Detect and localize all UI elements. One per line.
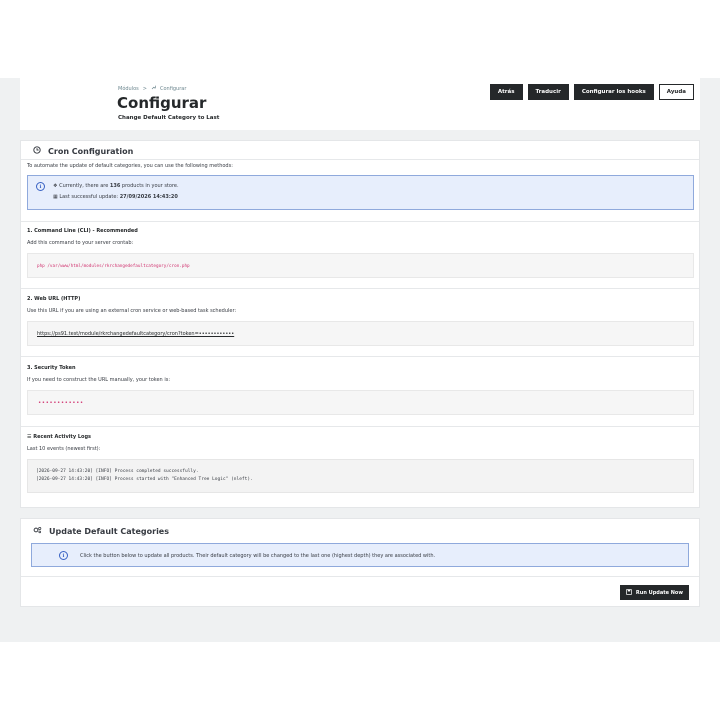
cron-intro-text: To automate the update of default catego… xyxy=(27,163,233,169)
run-update-button[interactable]: Run Update Now xyxy=(619,585,689,600)
update-categories-panel: Update Default Categories i Click the bu… xyxy=(20,518,700,607)
logs-description: Last 10 events (newest first): xyxy=(27,446,101,452)
info-icon: i xyxy=(59,551,68,560)
count-prefix: Currently, there are xyxy=(59,183,110,189)
info-icon: i xyxy=(36,182,45,191)
web-section-title: 2. Web URL (HTTP) xyxy=(27,296,81,302)
update-info-text: Click the button below to update all pro… xyxy=(80,553,436,559)
product-count-text: ❖ Currently, there are 136 products in y… xyxy=(53,183,179,189)
web-url-box: https://ps91.test/module/rkrchangedefaul… xyxy=(27,321,694,346)
cli-description: Add this command to your server crontab: xyxy=(27,240,134,246)
token-box[interactable]: •••••••••••• xyxy=(27,390,694,415)
last-update-prefix: Last successful update: xyxy=(59,194,120,200)
update-panel-title: Update Default Categories xyxy=(33,526,169,536)
breadcrumb-separator: > xyxy=(142,85,147,92)
page-header: Módulos > Configurar Configurar Change D… xyxy=(20,78,700,130)
token-description: If you need to construct the URL manuall… xyxy=(27,377,170,383)
cron-url-link[interactable]: https://ps91.test/module/rkrchangedefaul… xyxy=(37,331,234,337)
toolbar: Atrás Traducir Configurar los hooks Ayud… xyxy=(489,84,694,100)
translate-button[interactable]: Traducir xyxy=(527,84,569,100)
count-suffix: products in your store. xyxy=(120,183,179,189)
security-token[interactable]: •••••••••••• xyxy=(38,400,84,406)
product-count: 136 xyxy=(109,183,121,189)
help-button[interactable]: Ayuda xyxy=(658,84,694,100)
logs-title-text: Recent Activity Logs xyxy=(33,434,91,440)
web-description: Use this URL if you are using an externa… xyxy=(27,308,237,314)
log-line: [2026-09-27 14:43:20] [INFO] Process sta… xyxy=(36,477,253,482)
cli-command-box[interactable]: php /var/www/html/modules/rkrchangedefau… xyxy=(27,253,694,278)
divider xyxy=(21,159,699,160)
run-update-label[interactable]: Run Update Now xyxy=(636,590,683,596)
divider xyxy=(21,576,699,577)
breadcrumb-modules-link[interactable]: Módulos xyxy=(118,86,139,92)
configure-hooks-button[interactable]: Configurar los hooks xyxy=(573,84,654,100)
cron-panel-title: Cron Configuration xyxy=(33,146,133,156)
wrench-icon xyxy=(151,85,157,92)
last-update-text: ▦ Last successful update: 27/09/2026 14:… xyxy=(53,194,178,200)
divider xyxy=(21,426,699,427)
cli-command[interactable]: php /var/www/html/modules/rkrchangedefau… xyxy=(37,264,190,269)
info-circle-icon: ❖ xyxy=(53,183,58,189)
cogs-icon xyxy=(33,526,42,536)
save-icon xyxy=(626,588,632,597)
page-title: Configurar xyxy=(117,94,207,112)
token-section-title: 3. Security Token xyxy=(27,365,76,371)
divider xyxy=(21,288,699,289)
list-icon: ☰ xyxy=(27,434,32,440)
update-panel-title-text: Update Default Categories xyxy=(49,526,169,536)
cron-configuration-panel: Cron Configuration To automate the updat… xyxy=(20,140,700,508)
activity-log-box: [2026-09-27 14:43:20] [INFO] Process com… xyxy=(27,459,694,493)
log-line: [2026-09-27 14:43:20] [INFO] Process com… xyxy=(36,469,199,474)
breadcrumb: Módulos > Configurar xyxy=(118,85,186,92)
logs-section-title: ☰ Recent Activity Logs xyxy=(27,434,91,440)
divider xyxy=(21,356,699,357)
back-button[interactable]: Atrás xyxy=(489,84,523,100)
last-update-value: 27/09/2026 14:43:20 xyxy=(119,194,178,200)
store-info-alert: i ❖ Currently, there are 136 products in… xyxy=(27,175,694,210)
cli-section-title: 1. Command Line (CLI) - Recommended xyxy=(27,228,138,234)
cron-panel-title-text: Cron Configuration xyxy=(48,146,134,156)
update-info-alert: i Click the button below to update all p… xyxy=(31,543,689,567)
clock-icon xyxy=(33,146,41,156)
calendar-icon: ▦ xyxy=(53,194,58,200)
breadcrumb-current: Configurar xyxy=(159,85,187,92)
page-subtitle: Change Default Category to Last xyxy=(118,115,220,121)
divider xyxy=(21,221,699,222)
